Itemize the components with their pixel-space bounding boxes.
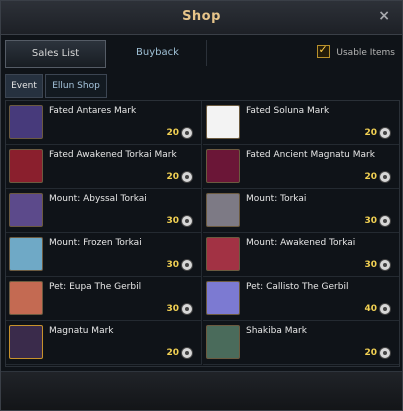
item-icon <box>206 193 240 227</box>
coin-icon <box>181 215 193 227</box>
category-tab-ellun-shop[interactable]: Ellun Shop <box>45 74 107 98</box>
item-name: Magnatu Mark <box>49 326 114 336</box>
item-name: Mount: Frozen Torkai <box>49 238 142 248</box>
list-item[interactable]: Fated Ancient Magnatu Mark 20 <box>203 145 399 189</box>
item-price: 20 <box>166 348 179 358</box>
tab-sales-list[interactable]: Sales List <box>5 40 106 68</box>
item-name: Mount: Awakened Torkai <box>246 238 356 248</box>
shop-window: Shop × Sales List Buyback Usable Items E… <box>0 0 403 411</box>
coin-icon <box>379 347 391 359</box>
list-item[interactable]: Pet: Eupa The Gerbil 30 <box>6 277 202 321</box>
item-price: 30 <box>166 260 179 270</box>
item-price: 30 <box>364 216 377 226</box>
item-name: Fated Soluna Mark <box>246 106 330 116</box>
item-price: 30 <box>166 304 179 314</box>
list-item[interactable]: Shakiba Mark 20 <box>203 321 399 365</box>
title-bar[interactable]: Shop × <box>1 1 402 35</box>
category-tabs: Event Ellun Shop <box>5 74 398 98</box>
list-item[interactable]: Fated Antares Mark 20 <box>6 101 202 145</box>
usable-items-filter[interactable]: Usable Items <box>316 43 395 59</box>
item-icon <box>9 193 43 227</box>
list-item[interactable]: Mount: Awakened Torkai 30 <box>203 233 399 277</box>
item-price: 20 <box>166 128 179 138</box>
main-tabs: Sales List Buyback Usable Items <box>5 40 398 68</box>
list-item[interactable]: Magnatu Mark 20 <box>6 321 202 365</box>
item-icon <box>9 281 43 315</box>
coin-icon <box>181 171 193 183</box>
item-price: 20 <box>166 172 179 182</box>
window-footer <box>1 371 402 410</box>
tab-buyback[interactable]: Buyback <box>109 40 207 66</box>
usable-items-label: Usable Items <box>336 48 395 58</box>
item-price: 20 <box>364 128 377 138</box>
item-price: 30 <box>166 216 179 226</box>
category-tab-event[interactable]: Event <box>5 74 43 98</box>
coin-icon <box>181 347 193 359</box>
window-title: Shop <box>182 9 221 24</box>
list-item[interactable]: Fated Soluna Mark 20 <box>203 101 399 145</box>
item-icon <box>206 149 240 183</box>
coin-icon <box>379 171 391 183</box>
list-item[interactable]: Pet: Callisto The Gerbil 40 <box>203 277 399 321</box>
coin-icon <box>379 259 391 271</box>
item-name: Shakiba Mark <box>246 326 307 336</box>
item-icon <box>206 237 240 271</box>
coin-icon <box>181 303 193 315</box>
item-name: Pet: Eupa The Gerbil <box>49 282 142 292</box>
list-item[interactable]: Mount: Frozen Torkai 30 <box>6 233 202 277</box>
item-price: 30 <box>364 260 377 270</box>
item-icon <box>9 237 43 271</box>
coin-icon <box>379 215 391 227</box>
item-name: Mount: Abyssal Torkai <box>49 194 147 204</box>
list-item[interactable]: Mount: Abyssal Torkai 30 <box>6 189 202 233</box>
item-icon <box>206 325 240 359</box>
item-grid: Fated Antares Mark 20 Fated Soluna Mark … <box>5 100 400 367</box>
item-icon <box>9 105 43 139</box>
coin-icon <box>181 127 193 139</box>
item-icon <box>9 149 43 183</box>
item-icon <box>9 325 43 359</box>
list-item[interactable]: Fated Awakened Torkai Mark 20 <box>6 145 202 189</box>
coin-icon <box>379 303 391 315</box>
usable-items-checkbox[interactable] <box>316 43 330 58</box>
item-name: Fated Awakened Torkai Mark <box>49 150 177 160</box>
item-price: 20 <box>364 172 377 182</box>
close-icon[interactable]: × <box>378 8 390 24</box>
item-name: Pet: Callisto The Gerbil <box>246 282 349 292</box>
item-name: Fated Antares Mark <box>49 106 137 116</box>
item-price: 40 <box>364 304 377 314</box>
item-icon <box>206 281 240 315</box>
list-item[interactable]: Mount: Torkai 30 <box>203 189 399 233</box>
coin-icon <box>181 259 193 271</box>
item-price: 20 <box>364 348 377 358</box>
item-name: Mount: Torkai <box>246 194 307 204</box>
item-name: Fated Ancient Magnatu Mark <box>246 150 375 160</box>
coin-icon <box>379 127 391 139</box>
item-icon <box>206 105 240 139</box>
